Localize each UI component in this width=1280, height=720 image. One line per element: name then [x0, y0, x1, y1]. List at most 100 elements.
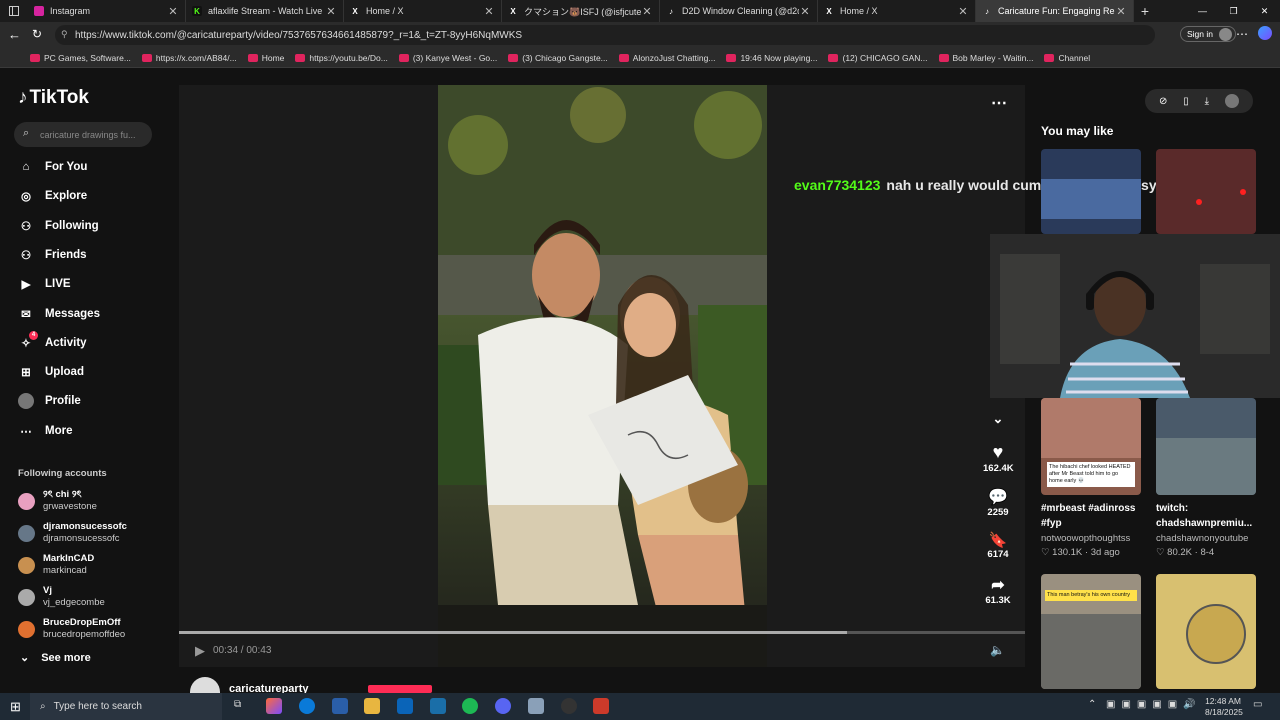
- spotify-icon[interactable]: [462, 698, 478, 714]
- recommendation-thumb[interactable]: [1156, 574, 1256, 689]
- epic-games-icon[interactable]: [593, 698, 609, 714]
- copilot-icon[interactable]: [1258, 26, 1272, 40]
- profile-avatar-icon[interactable]: [1225, 94, 1239, 108]
- browser-tab[interactable]: X クマション🐻ISFJ (@isfjcutebear) /✕: [502, 0, 660, 22]
- browser-tab[interactable]: X Home / X ✕: [818, 0, 976, 22]
- following-account[interactable]: Vj vj_edgecombe: [18, 585, 105, 609]
- search-input[interactable]: ⌕ caricature drawings fu...: [14, 122, 152, 147]
- video-player[interactable]: ⋯ evan7734123 nah u really would cum in B…: [179, 85, 1177, 667]
- store-icon[interactable]: [332, 698, 348, 714]
- bookmark-item[interactable]: (3) Kanye West - Go...: [398, 53, 497, 63]
- bookmark-item[interactable]: https://x.com/AB84/...: [141, 53, 237, 63]
- following-account[interactable]: djramonsucessofc djramonsucessofc: [18, 521, 127, 545]
- windows-start-icon[interactable]: ⊞: [10, 699, 21, 715]
- following-account[interactable]: BruceDropEmOff brucedropemoffdeo: [18, 617, 125, 641]
- author-avatar[interactable]: [190, 677, 220, 693]
- more-options-icon[interactable]: ⋯: [991, 93, 1007, 113]
- folder-icon[interactable]: [364, 698, 380, 714]
- address-bar[interactable]: ⚲ https://www.tiktok.com/@caricaturepart…: [55, 25, 1155, 45]
- bookmark-item[interactable]: https://youtu.be/Do...: [295, 53, 388, 63]
- recommendation-thumb[interactable]: The hibachi chef looked HEATED after Mr …: [1041, 398, 1141, 495]
- recommendation-thumb[interactable]: [1156, 149, 1256, 234]
- close-tab-icon[interactable]: ✕: [641, 5, 653, 18]
- save-button[interactable]: 🔖 6174: [983, 531, 1013, 560]
- comment-button[interactable]: 💬 2259: [983, 487, 1013, 518]
- nav-item-messages[interactable]: ✉ Messages: [18, 306, 100, 322]
- task-view-icon[interactable]: ⧉: [234, 699, 241, 710]
- nav-item-explore[interactable]: ◎ Explore: [18, 188, 87, 204]
- clock[interactable]: 12:48 AM 8/18/2025: [1205, 696, 1243, 718]
- edge-icon[interactable]: [299, 698, 315, 714]
- photos-icon[interactable]: [430, 698, 446, 714]
- sign-in-button[interactable]: Sign in: [1180, 26, 1236, 42]
- card-author[interactable]: chadshawnonyoutube: [1156, 533, 1248, 544]
- tiktok-logo[interactable]: ♪ TikTok: [18, 87, 89, 109]
- tab-actions-icon[interactable]: [0, 0, 28, 22]
- close-tab-icon[interactable]: ✕: [1115, 5, 1127, 18]
- nav-item-upload[interactable]: ⊞ Upload: [18, 364, 84, 380]
- chevron-down-icon[interactable]: ⌄: [983, 411, 1013, 427]
- obs-icon[interactable]: [561, 698, 577, 714]
- following-account[interactable]: ୨ৎ chi ୨ৎ grwavestone: [18, 489, 97, 513]
- bookmark-item[interactable]: Home: [247, 53, 284, 63]
- nav-item-following[interactable]: ⚇ Following: [18, 218, 99, 234]
- steam-icon[interactable]: [528, 698, 544, 714]
- nav-item-live[interactable]: ▶ LIVE: [18, 276, 71, 292]
- nav-item-profile[interactable]: Profile: [18, 393, 81, 410]
- compass-icon[interactable]: ⊘: [1159, 96, 1167, 107]
- see-more-button[interactable]: ⌄ See more: [20, 651, 91, 665]
- close-tab-icon[interactable]: ✕: [167, 5, 179, 18]
- outlook-icon[interactable]: [397, 698, 413, 714]
- nav-item-friends[interactable]: ⚇ Friends: [18, 247, 87, 263]
- new-tab-button[interactable]: +: [1134, 3, 1156, 19]
- close-window-button[interactable]: ✕: [1249, 6, 1280, 17]
- notifications-icon[interactable]: ▭: [1253, 699, 1262, 710]
- menu-dots-icon[interactable]: ⋯: [1236, 27, 1248, 41]
- card-caption[interactable]: twitch: chadshawnpremiu...: [1156, 501, 1266, 531]
- bookmark-item[interactable]: AlonzoJust Chatting...: [618, 53, 715, 63]
- taskbar-search[interactable]: ⌕ Type here to search: [30, 693, 222, 720]
- bookmark-item[interactable]: 19:46 Now playing...: [726, 53, 817, 63]
- nav-item-activity[interactable]: ✧ 4 Activity: [18, 330, 87, 351]
- progress-bar[interactable]: [179, 631, 1025, 634]
- tray-icons[interactable]: ▣▣▣▣▣🔊: [1106, 699, 1202, 710]
- browser-tab[interactable]: Instagram ✕: [28, 0, 186, 22]
- download-icon[interactable]: ⤓: [1205, 96, 1209, 107]
- bookmark-item[interactable]: (3) Chicago Gangste...: [508, 53, 608, 63]
- recommendation-thumb[interactable]: This man betray's his own country: [1041, 574, 1141, 689]
- back-button[interactable]: ←: [8, 27, 21, 42]
- card-caption[interactable]: #mrbeast #adinross #fyp: [1041, 501, 1151, 531]
- card-author[interactable]: notwoowopthoughtss: [1041, 533, 1130, 544]
- play-icon[interactable]: ▶: [195, 643, 205, 659]
- browser-tab[interactable]: X Home / X ✕: [344, 0, 502, 22]
- recommendation-thumb[interactable]: [1041, 149, 1141, 234]
- bookmark-item[interactable]: PC Games, Software...: [30, 53, 131, 63]
- nav-item-more[interactable]: ⋯ More: [18, 423, 72, 439]
- site-info-icon[interactable]: ⚲: [61, 29, 68, 40]
- close-tab-icon[interactable]: ✕: [483, 5, 495, 18]
- recommendation-thumb[interactable]: [1156, 398, 1256, 495]
- browser-tab[interactable]: Kaflaxlife Stream - Watch Live on Kick✕: [186, 0, 344, 22]
- browser-tab[interactable]: ♪ D2D Window Cleaning (@d2d.w ✕: [660, 0, 818, 22]
- follow-button[interactable]: [368, 685, 432, 693]
- browser-tab[interactable]: ♪ Caricature Fun: Engaging Reacti✕: [976, 0, 1134, 22]
- close-tab-icon[interactable]: ✕: [799, 5, 811, 18]
- refresh-button[interactable]: ↻: [32, 27, 42, 41]
- minimize-button[interactable]: —: [1187, 6, 1218, 16]
- tray-chevron-icon[interactable]: ⌃: [1088, 699, 1096, 710]
- nav-item-for-you[interactable]: ⌂ For You: [18, 159, 88, 175]
- video-frame[interactable]: [438, 85, 767, 667]
- close-tab-icon[interactable]: ✕: [325, 5, 337, 18]
- phone-icon[interactable]: ▯: [1183, 96, 1189, 107]
- volume-icon[interactable]: 🔈: [990, 643, 1005, 657]
- close-tab-icon[interactable]: ✕: [957, 5, 969, 18]
- copilot-icon[interactable]: [266, 698, 282, 714]
- bookmark-item[interactable]: Bob Marley - Waitin...: [938, 53, 1033, 63]
- discord-icon[interactable]: [495, 698, 511, 714]
- share-button[interactable]: ➦ 61.3K: [983, 575, 1013, 606]
- like-button[interactable]: ♥ 162.4K: [983, 442, 1014, 474]
- bookmark-item[interactable]: Channel: [1044, 53, 1090, 63]
- bookmark-item[interactable]: (12) CHICAGO GAN...: [828, 53, 928, 63]
- maximize-button[interactable]: ❐: [1218, 6, 1249, 17]
- following-account[interactable]: MarkInCAD markincad: [18, 553, 94, 577]
